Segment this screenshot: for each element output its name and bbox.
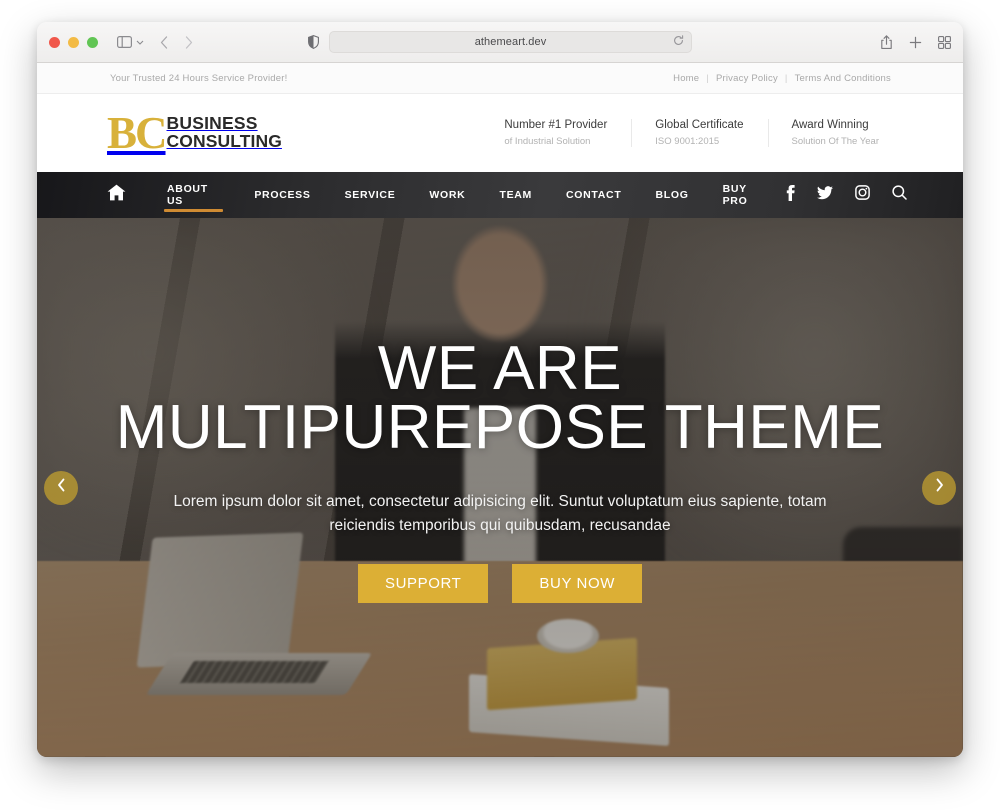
nav-social-icons	[786, 184, 907, 206]
nav-item-service[interactable]: SERVICE	[328, 172, 413, 218]
website-page: Your Trusted 24 Hours Service Provider! …	[37, 63, 963, 757]
minimize-window-button[interactable]	[68, 36, 79, 48]
url-text: athemeart.dev	[474, 36, 547, 48]
buy-now-button[interactable]: BUY NOW	[512, 563, 643, 603]
instagram-icon[interactable]	[855, 185, 870, 205]
support-button[interactable]: SUPPORT	[357, 563, 489, 603]
privacy-shield-icon[interactable]	[308, 35, 319, 49]
close-window-button[interactable]	[49, 36, 60, 48]
site-header: BC BUSINESS CONSULTING Number #1 Provide…	[37, 94, 963, 172]
top-link-home[interactable]: Home	[673, 73, 699, 84]
hero-buttons: SUPPORT BUY NOW	[357, 563, 643, 603]
top-link-separator: |	[784, 72, 788, 84]
slider-prev-button[interactable]	[44, 470, 78, 505]
twitter-icon[interactable]	[817, 185, 833, 205]
slider-next-button[interactable]	[922, 470, 956, 505]
header-feature-provider: Number #1 Provider of Industrial Solutio…	[480, 117, 631, 150]
feature-title: Number #1 Provider	[504, 118, 608, 131]
top-utility-bar: Your Trusted 24 Hours Service Provider! …	[37, 63, 963, 94]
url-input[interactable]: athemeart.dev	[329, 31, 692, 53]
plus-icon[interactable]	[909, 36, 922, 49]
home-icon	[107, 184, 126, 206]
top-link-terms-and-conditions[interactable]: Terms And Conditions	[795, 73, 891, 84]
hero-heading-line-2: MULTIPUREPOSE THEME	[115, 392, 885, 462]
search-icon[interactable]	[892, 185, 907, 205]
share-icon[interactable]	[880, 34, 893, 50]
site-logo[interactable]: BC BUSINESS CONSULTING	[107, 107, 282, 158]
logo-mark: BC	[107, 107, 167, 158]
feature-title: Global Certificate	[655, 118, 744, 131]
hero-heading: WE ARE MULTIPUREPOSE THEME	[115, 338, 885, 462]
feature-subtitle: ISO 9001:2015	[655, 136, 720, 147]
tab-overview-icon[interactable]	[938, 35, 951, 49]
chevron-down-icon	[136, 40, 144, 45]
top-link-separator: |	[706, 72, 709, 84]
feature-title: Award Winning	[791, 118, 869, 131]
feature-subtitle: Solution Of The Year	[791, 136, 880, 147]
chevron-left-icon	[57, 478, 66, 497]
site-tagline: Your Trusted 24 Hours Service Provider!	[110, 72, 288, 84]
chevron-right-icon	[935, 478, 944, 497]
logo-line-2: CONSULTING	[166, 131, 282, 151]
browser-window: athemeart.dev Your Trusted 24 Hours Serv…	[37, 22, 963, 757]
hero-subtext: Lorem ipsum dolor sit amet, consectetur …	[173, 492, 827, 534]
nav-item-process[interactable]: PROCESS	[237, 172, 327, 218]
nav-item-contact[interactable]: CONTACT	[549, 172, 638, 218]
nav-item-work[interactable]: WORK	[412, 172, 482, 218]
maximize-window-button[interactable]	[87, 36, 98, 48]
sidebar-toggle-button[interactable]	[117, 36, 144, 48]
facebook-icon[interactable]	[786, 184, 795, 206]
hero-slider: WE ARE MULTIPUREPOSE THEME Lorem ipsum d…	[37, 218, 963, 757]
forward-arrow-icon[interactable]	[185, 35, 193, 49]
header-feature-award: Award Winning Solution Of The Year	[767, 117, 904, 150]
nav-item-team[interactable]: TEAM	[482, 172, 549, 218]
header-feature-certificate: Global Certificate ISO 9001:2015	[631, 117, 767, 150]
logo-wordmark: BUSINESS CONSULTING	[166, 114, 282, 151]
toolbar-right-actions	[880, 34, 951, 50]
nav-item-buy-pro[interactable]: BUY PRO	[706, 172, 786, 218]
feature-subtitle: of Industrial Solution	[504, 136, 591, 147]
top-links: Home | Privacy Policy | Terms And Condit…	[673, 73, 891, 84]
main-navigation: ABOUT US PROCESS SERVICE WORK TEAM CONTA…	[37, 172, 963, 218]
sidebar-icon	[117, 36, 132, 48]
window-traffic-lights	[49, 36, 98, 48]
reload-icon[interactable]	[673, 33, 684, 51]
browser-nav-arrows	[160, 35, 193, 49]
hero-content: WE ARE MULTIPUREPOSE THEME Lorem ipsum d…	[37, 218, 963, 757]
back-arrow-icon[interactable]	[160, 35, 168, 49]
nav-home-link[interactable]	[107, 184, 126, 206]
browser-toolbar: athemeart.dev	[37, 22, 963, 63]
top-link-privacy-policy[interactable]: Privacy Policy	[716, 73, 778, 84]
header-features: Number #1 Provider of Industrial Solutio…	[480, 117, 903, 150]
nav-item-about-us[interactable]: ABOUT US	[150, 172, 237, 218]
nav-item-blog[interactable]: BLOG	[638, 172, 705, 218]
nav-items: ABOUT US PROCESS SERVICE WORK TEAM CONTA…	[150, 172, 786, 218]
